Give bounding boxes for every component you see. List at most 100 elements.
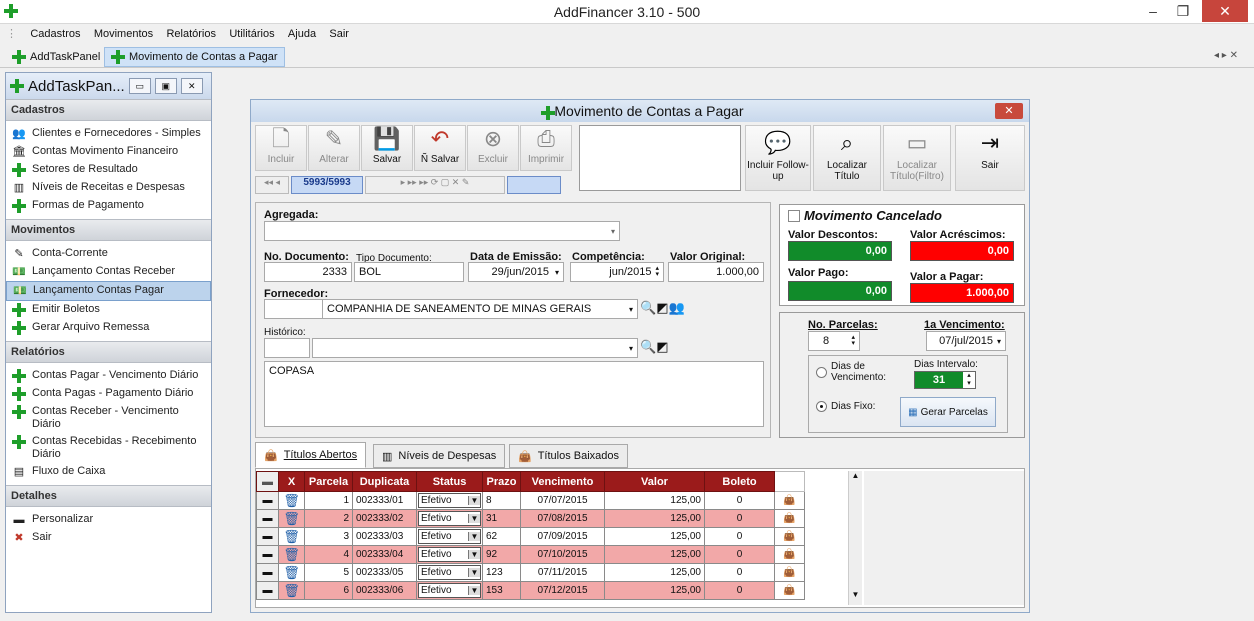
trash-icon[interactable]: 🗑 (278, 581, 305, 600)
tab-titulos-abertos[interactable]: 👜 Títulos Abertos (255, 442, 367, 468)
grid-cell[interactable]: 07/09/2015 (520, 527, 605, 546)
grid-cell[interactable]: 07/07/2015 (520, 491, 605, 510)
grid-cell[interactable]: 07/11/2015 (520, 563, 605, 582)
sidebar-item[interactable]: ▬ Personalizar (6, 511, 211, 529)
scroll-up-icon[interactable]: ▲ (849, 471, 862, 480)
grid-cell[interactable]: 0 (704, 581, 775, 600)
status-select[interactable]: Efetivo ▼ (416, 491, 483, 510)
spinner-icon[interactable]: ▴ ▾ (851, 334, 855, 347)
status-select[interactable]: Efetivo ▼ (416, 581, 483, 600)
search-icon[interactable]: 🔍 (640, 300, 656, 315)
table-row[interactable]: ▬ 🗑 1 002333/01 Efetivo ▼ 8 07/07/2015 125,00 0 👜 (256, 491, 805, 510)
sidebar-item[interactable]: ✎ Conta-Corrente (6, 245, 211, 263)
restore-button[interactable]: ❐ (1168, 0, 1198, 22)
section-header[interactable]: Detalhes (6, 485, 211, 507)
grid-cell[interactable]: 002333/06 (352, 581, 417, 600)
grid-cell[interactable]: 002333/05 (352, 563, 417, 582)
grid-cell[interactable]: 125,00 (604, 563, 705, 582)
grid-cell[interactable]: 0 (704, 509, 775, 528)
table-row[interactable]: ▬ 🗑 6 002333/06 Efetivo ▼ 153 07/12/2015 125,00 0… (256, 581, 805, 600)
row-selector[interactable]: ▬ (256, 491, 279, 510)
panel-maximize-button[interactable]: ▣ (154, 78, 177, 94)
status-select[interactable]: Efetivo ▼ (416, 545, 483, 564)
grid-selector-header[interactable]: ▬ (256, 471, 279, 492)
close-button[interactable]: ✕ (1202, 0, 1248, 22)
row-action-icon[interactable]: 👜 (774, 509, 805, 528)
row-selector[interactable]: ▬ (256, 509, 279, 528)
section-header[interactable]: Cadastros (6, 99, 211, 121)
table-row[interactable]: ▬ 🗑 4 002333/04 Efetivo ▼ 92 07/10/2015 125,00 0 👜 (256, 545, 805, 564)
sidebar-item[interactable]: Emitir Boletos (6, 301, 211, 319)
cancelado-checkbox[interactable]: Movimento Cancelado (788, 208, 942, 223)
grid-cell[interactable]: 8 (482, 491, 521, 510)
grid-cell[interactable]: 2 (304, 509, 353, 528)
nav-next-last-buttons[interactable]: ▸ ▸▸ ▸▸ ⟳ ▢ ✕ ✎ (365, 176, 505, 194)
grid-cell[interactable]: 125,00 (604, 581, 705, 600)
sidebar-item[interactable]: ▤ Fluxo de Caixa (6, 463, 211, 481)
grid-cell[interactable]: 002333/02 (352, 509, 417, 528)
imprimir-button[interactable]: ⎙ Imprimir (520, 125, 572, 171)
grid-header-cell[interactable]: Boleto (704, 471, 775, 492)
localizar-button[interactable]: ⌕ Localizar Título (813, 125, 881, 191)
sidebar-item[interactable]: Contas Receber - Vencimento Diário (6, 403, 211, 433)
spinner-icon[interactable]: ▴ ▾ (963, 372, 975, 388)
nav-extra-field[interactable] (507, 176, 561, 194)
historico-select[interactable]: ▾ (312, 338, 638, 358)
menu-movimentos[interactable]: Movimentos (94, 28, 153, 40)
spinner-icon[interactable]: ▴ ▾ (655, 265, 659, 278)
sair-button[interactable]: ⇥ Sair (955, 125, 1025, 191)
section-header[interactable]: Relatórios (6, 341, 211, 363)
menu-cadastros[interactable]: Cadastros (30, 28, 80, 40)
grid-header-cell[interactable]: Vencimento (520, 471, 605, 492)
row-action-icon[interactable]: 👜 (774, 527, 805, 546)
salvar-button[interactable]: 💾 Salvar (361, 125, 413, 171)
grid-header-cell[interactable]: Valor (604, 471, 705, 492)
grid-header-cell[interactable]: X (278, 471, 305, 492)
table-row[interactable]: ▬ 🗑 3 002333/03 Efetivo ▼ 62 07/09/2015 125,00 0 👜 (256, 527, 805, 546)
alterar-button[interactable]: ✎ Alterar (308, 125, 360, 171)
nao-salvar-button[interactable]: ↶ Ñ Salvar (414, 125, 466, 171)
grid-cell[interactable]: 153 (482, 581, 521, 600)
grid-cell[interactable]: 0 (704, 563, 775, 582)
grid-cell[interactable]: 07/08/2015 (520, 509, 605, 528)
gerar-parcelas-button[interactable]: ▦ Gerar Parcelas (900, 397, 996, 427)
dias-fixo-radio[interactable]: Dias Fixo: (816, 401, 875, 412)
emissao-picker[interactable]: 29/jun/2015 ▾ (468, 262, 564, 282)
grid-header-cell[interactable]: Duplicata (352, 471, 417, 492)
sidebar-item[interactable]: Contas Recebidas - Recebimento Diário (6, 433, 211, 463)
sidebar-item[interactable]: 🏛 Contas Movimento Financeiro (6, 143, 211, 161)
sidebar-item[interactable]: Setores de Resultado (6, 161, 211, 179)
valororig-input[interactable]: 1.000,00 (668, 262, 764, 282)
grid-scrollbar[interactable]: ▲ ▼ (848, 471, 862, 605)
people-icon[interactable]: 👥 (668, 300, 684, 315)
trash-icon[interactable]: 🗑 (278, 563, 305, 582)
grid-cell[interactable]: 07/10/2015 (520, 545, 605, 564)
sidebar-item[interactable]: 💵 Lançamento Contas Pagar (6, 281, 211, 301)
grid-cell[interactable]: 92 (482, 545, 521, 564)
tab-titulos-baixados[interactable]: 👜 Títulos Baixados (509, 444, 629, 468)
row-selector[interactable]: ▬ (256, 581, 279, 600)
tipodoc-input[interactable]: BOL (354, 262, 464, 282)
trash-icon[interactable]: 🗑 (278, 491, 305, 510)
sidebar-item[interactable]: ▥ Níveis de Receitas e Despesas (6, 179, 211, 197)
grid-cell[interactable]: 0 (704, 527, 775, 546)
grid-cell[interactable]: 002333/03 (352, 527, 417, 546)
grid-cell[interactable]: 62 (482, 527, 521, 546)
menu-utilitarios[interactable]: Utilitários (229, 28, 274, 40)
grid-cell[interactable]: 07/12/2015 (520, 581, 605, 600)
sidebar-item[interactable]: Conta Pagas - Pagamento Diário (6, 385, 211, 403)
chevron-down-icon[interactable]: ▼ (468, 550, 480, 559)
grid-cell[interactable]: 125,00 (604, 509, 705, 528)
competencia-stepper[interactable]: jun/2015 ▴ ▾ (570, 262, 664, 282)
row-selector[interactable]: ▬ (256, 527, 279, 546)
grid-cell[interactable]: 123 (482, 563, 521, 582)
row-action-icon[interactable]: 👜 (774, 581, 805, 600)
historico-code-input[interactable] (264, 338, 310, 358)
nodoc-input[interactable]: 2333 (264, 262, 352, 282)
grid-header-cell[interactable]: Status (416, 471, 483, 492)
fornecedor-actions[interactable]: 🔍◩👥 (640, 300, 685, 316)
tab-niveis-despesas[interactable]: ▥ Níveis de Despesas (373, 444, 506, 468)
section-header[interactable]: Movimentos (6, 219, 211, 241)
dialog-close-button[interactable]: ✕ (995, 103, 1023, 119)
doctab-movimento[interactable]: Movimento de Contas a Pagar (104, 47, 285, 67)
